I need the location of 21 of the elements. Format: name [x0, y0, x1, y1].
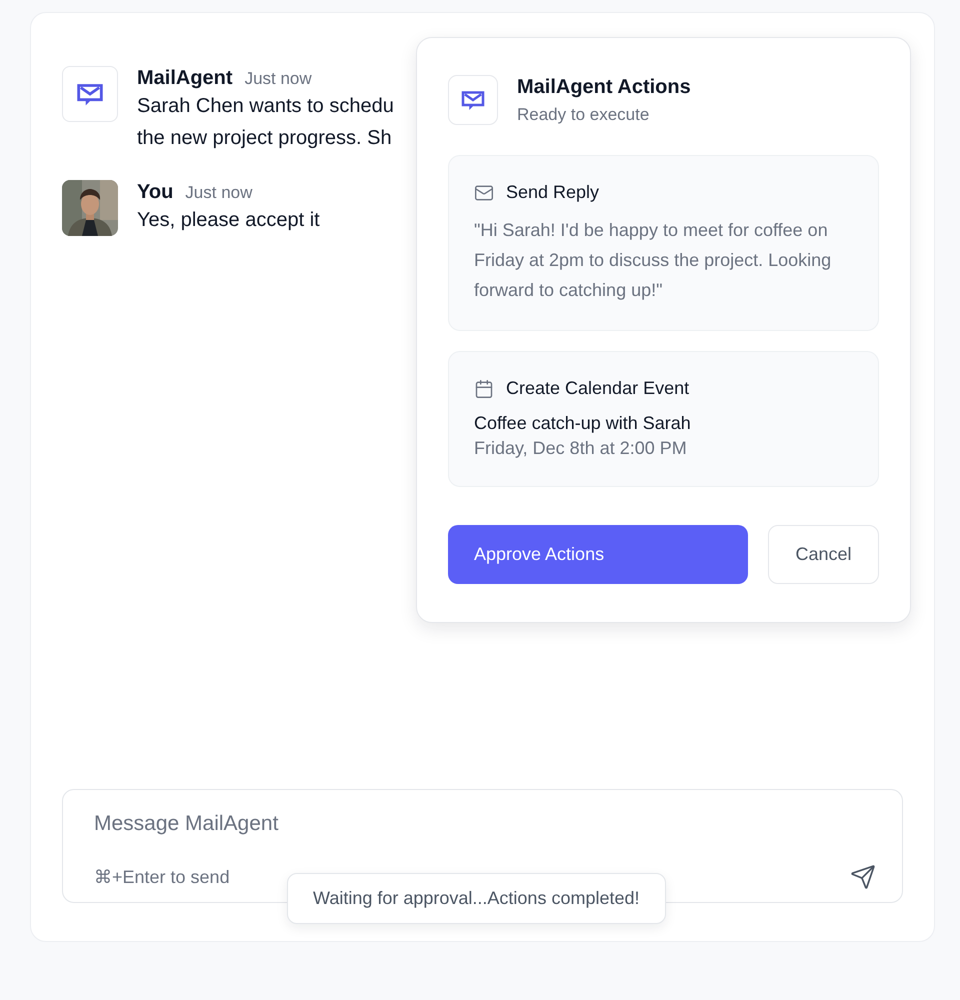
panel-subtitle: Ready to execute [517, 105, 650, 125]
event-time: Friday, Dec 8th at 2:00 PM [474, 437, 688, 460]
calendar-icon [474, 378, 494, 398]
action-title: Send Reply [506, 182, 600, 203]
reply-text: "Hi Sarah! I'd be happy to meet for coffee on Friday at 2pm to discuss the project. Looking forward to catching up!" [474, 219, 832, 302]
message-text: Yes, please accept it [137, 208, 320, 233]
message-text: the new project progress. Sh [137, 126, 393, 151]
event-title: Coffee catch-up with Sarah [474, 412, 692, 435]
author-name: You [137, 181, 174, 204]
message-time: Just now [244, 69, 312, 89]
send-button[interactable] [850, 864, 876, 890]
panel-title: MailAgent Actions [517, 76, 691, 99]
mail-icon [474, 182, 494, 202]
message-time: Just now [185, 183, 252, 203]
cancel-button[interactable]: Cancel [768, 525, 879, 584]
send-hint: ⌘+Enter to send [94, 866, 230, 888]
message-text: Sarah Chen wants to schedu [137, 94, 394, 119]
action-title: Create Calendar Event [506, 378, 690, 399]
author-name: MailAgent [137, 67, 233, 90]
approve-button[interactable]: Approve Actions [448, 525, 748, 584]
status-toast: Waiting for approval...Actions completed! [287, 873, 666, 924]
